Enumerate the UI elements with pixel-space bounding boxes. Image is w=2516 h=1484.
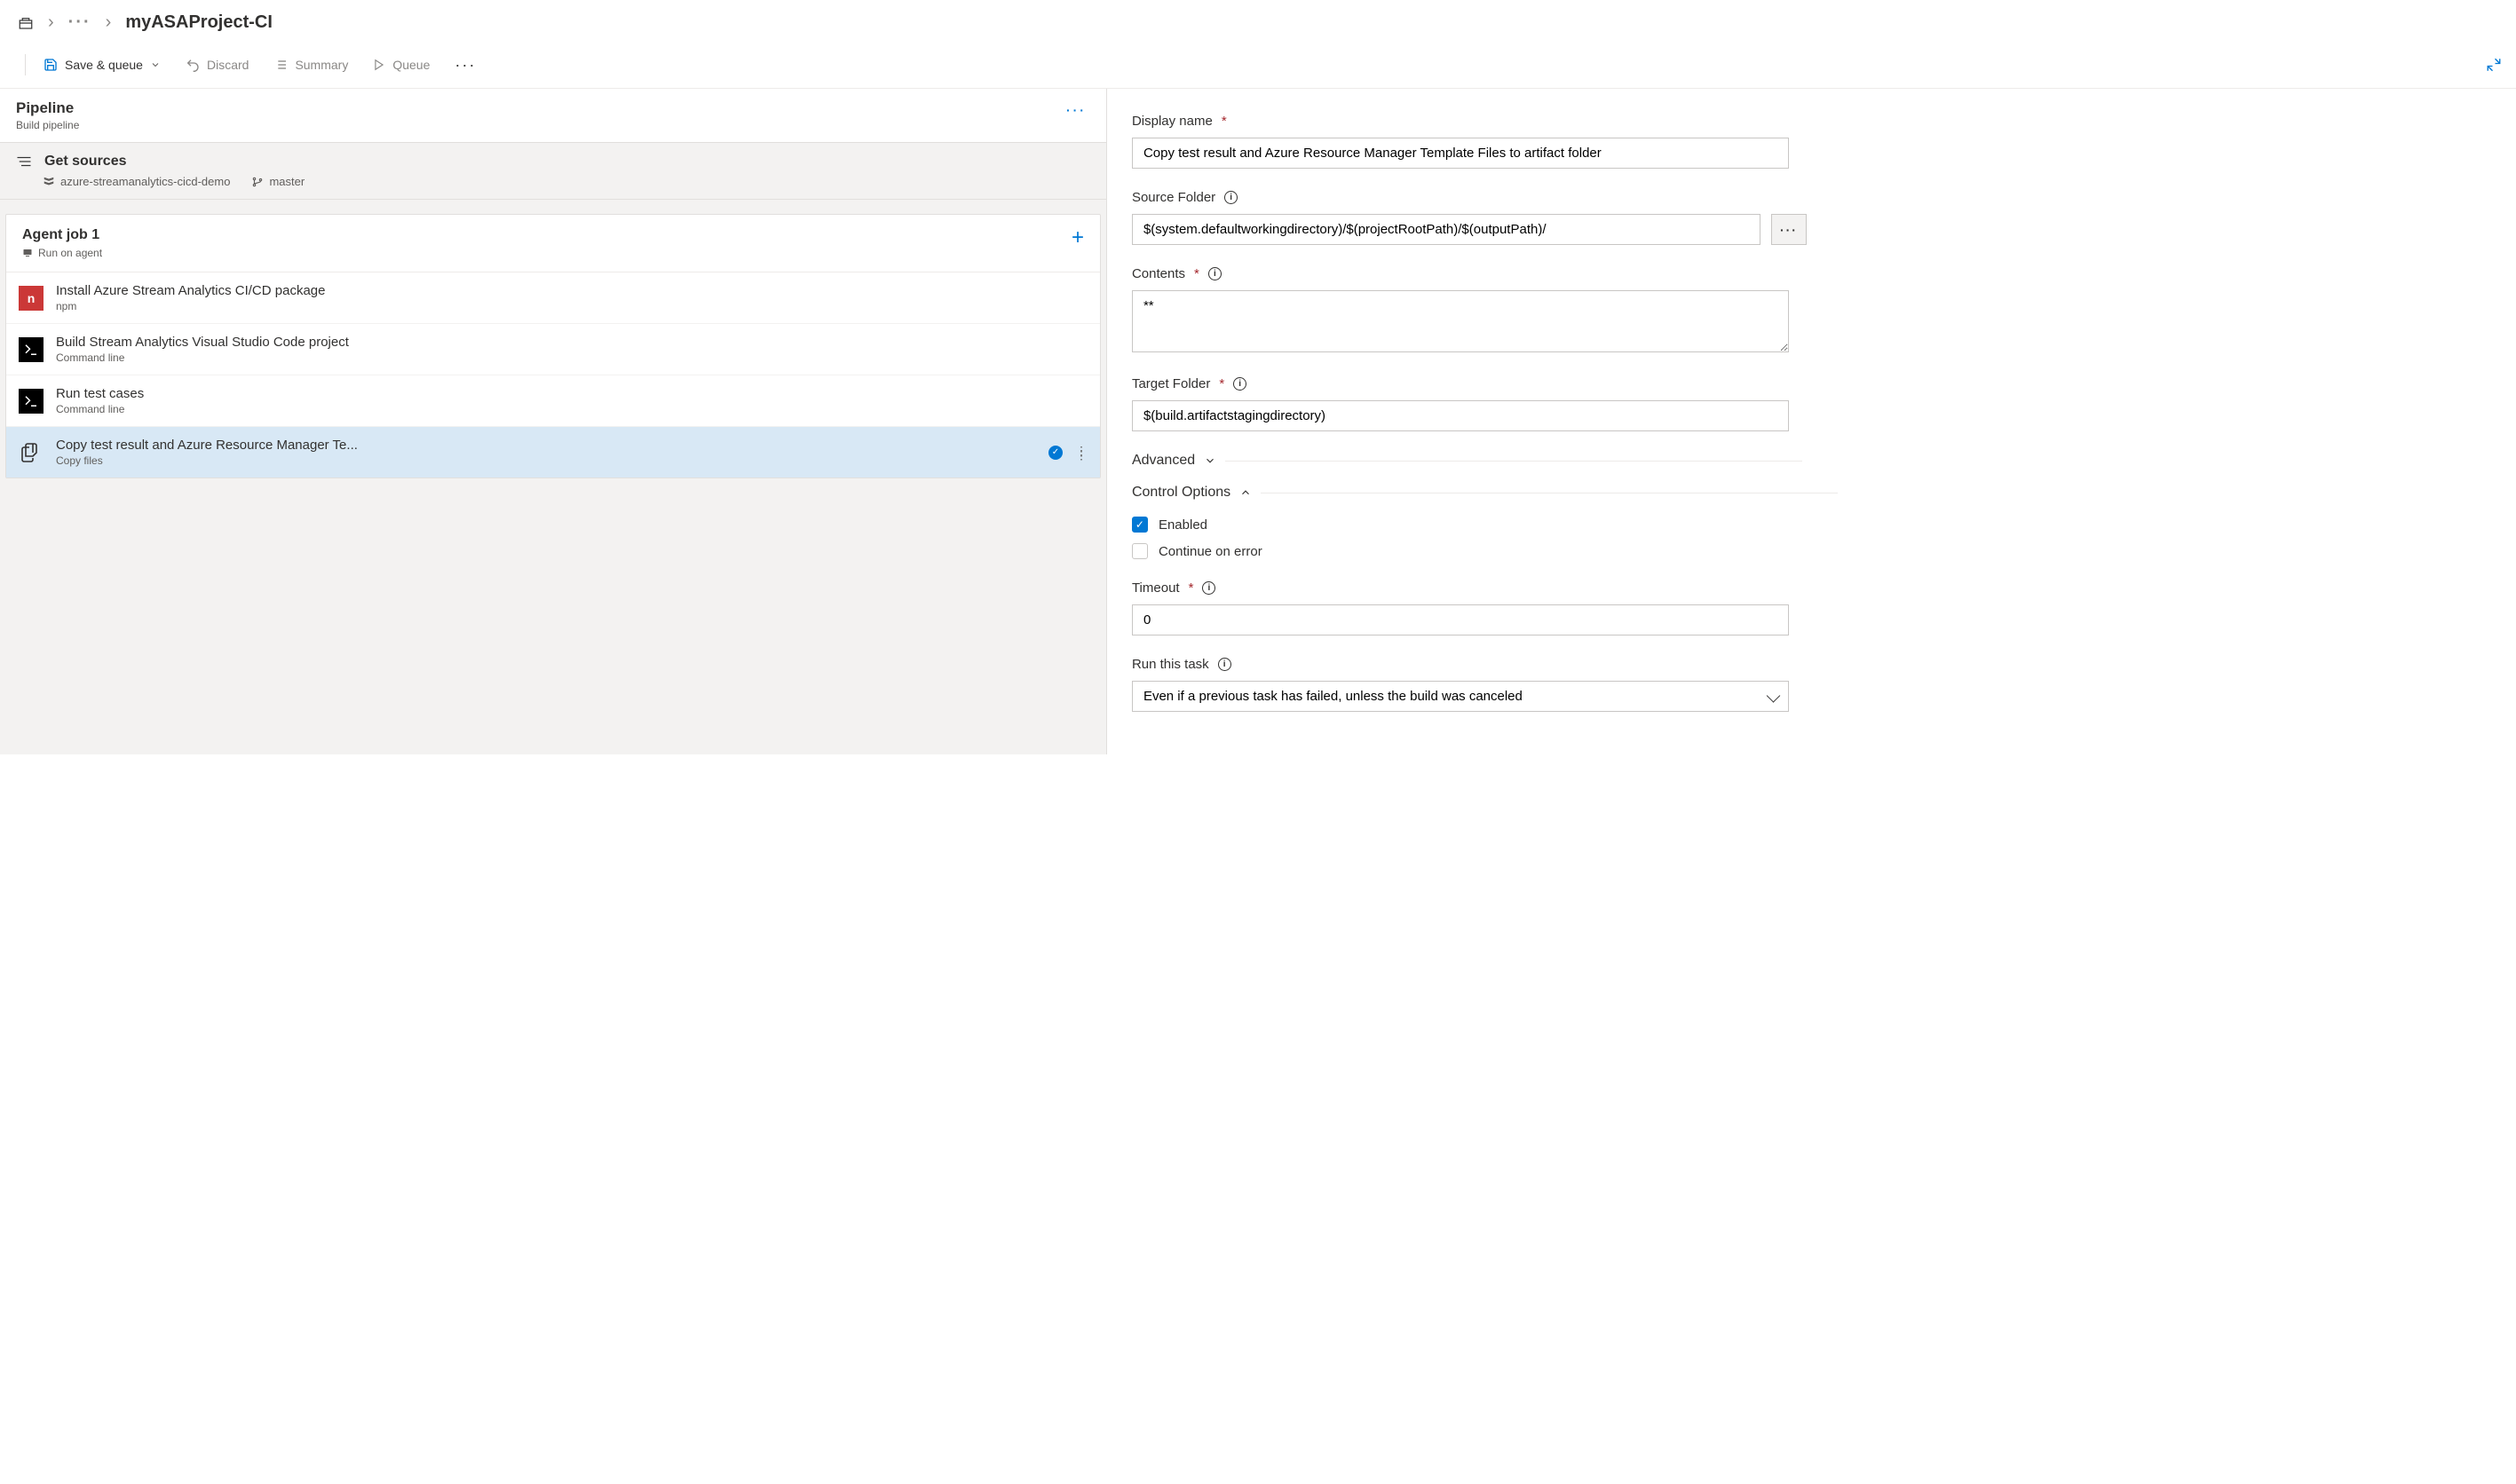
contents-textarea[interactable] — [1132, 290, 1789, 352]
discard-button[interactable]: Discard — [186, 58, 249, 72]
source-folder-input[interactable] — [1132, 214, 1760, 245]
task-subtitle: Copy files — [56, 454, 358, 467]
pipeline-more[interactable]: ··· — [1063, 99, 1090, 121]
enabled-label: Enabled — [1159, 517, 1207, 533]
summary-button[interactable]: Summary — [273, 58, 348, 72]
enabled-checkbox[interactable]: ✓ — [1132, 517, 1148, 533]
info-icon[interactable]: i — [1202, 581, 1215, 595]
copy-files-icon — [19, 440, 44, 465]
info-icon[interactable]: i — [1218, 658, 1231, 671]
collapse-icon[interactable] — [2486, 57, 2502, 73]
target-folder-label: Target Folder — [1132, 376, 1210, 391]
task-row[interactable]: Build Stream Analytics Visual Studio Cod… — [6, 324, 1100, 375]
repo-chip: azure-streamanalytics-cicd-demo — [43, 175, 230, 188]
task-subtitle: Command line — [56, 403, 144, 415]
queue-button[interactable]: Queue — [373, 58, 430, 72]
task-row[interactable]: n Install Azure Stream Analytics CI/CD pa… — [6, 272, 1100, 324]
run-this-task-select[interactable]: Even if a previous task has failed, unle… — [1132, 681, 1789, 712]
list-icon — [273, 58, 288, 72]
sources-icon — [16, 155, 32, 168]
info-icon[interactable]: i — [1208, 267, 1222, 280]
task-title: Install Azure Stream Analytics CI/CD pac… — [56, 283, 325, 298]
branch-icon — [251, 176, 264, 188]
branch-chip: master — [251, 175, 305, 188]
timeout-input[interactable] — [1132, 604, 1789, 635]
breadcrumb: › ··· › myASAProject-CI — [0, 0, 2516, 45]
task-selected-check-icon: ✓ — [1048, 446, 1063, 460]
add-task-button[interactable]: + — [1072, 227, 1084, 249]
toolbar: Save & queue Discard Summary Queue ··· — [0, 45, 2516, 89]
terminal-icon — [19, 389, 44, 414]
target-folder-input[interactable] — [1132, 400, 1789, 431]
display-name-label: Display name — [1132, 114, 1213, 129]
continue-on-error-label: Continue on error — [1159, 544, 1262, 559]
drag-handle-icon[interactable]: ⋮⋮ — [1075, 449, 1088, 456]
agent-icon — [22, 248, 33, 258]
task-title: Build Stream Analytics Visual Studio Cod… — [56, 335, 349, 350]
npm-icon: n — [19, 286, 44, 311]
save-and-queue-button[interactable]: Save & queue — [44, 58, 161, 72]
breadcrumb-project[interactable]: myASAProject-CI — [125, 12, 273, 33]
info-icon[interactable]: i — [1224, 191, 1238, 204]
task-title: Run test cases — [56, 386, 144, 401]
breadcrumb-separator: › — [48, 12, 54, 33]
play-icon — [373, 59, 385, 71]
task-row[interactable]: Run test cases Command line — [6, 375, 1100, 427]
pipeline-title: Pipeline — [16, 99, 79, 117]
continue-on-error-checkbox[interactable] — [1132, 543, 1148, 559]
toolbar-divider — [25, 54, 26, 75]
get-sources[interactable]: Get sources azure-streamanalytics-cicd-d… — [0, 143, 1106, 200]
task-subtitle: Command line — [56, 351, 349, 364]
browse-button[interactable]: ··· — [1771, 214, 1807, 245]
repo-icon — [43, 176, 55, 188]
pipeline-subtitle: Build pipeline — [16, 119, 79, 131]
breadcrumb-overflow[interactable]: ··· — [68, 12, 91, 33]
pipeline-panel: Pipeline Build pipeline ··· Get sources … — [0, 89, 1107, 754]
display-name-input[interactable] — [1132, 138, 1789, 169]
breadcrumb-separator: › — [106, 12, 112, 33]
agent-job-header[interactable]: Agent job 1 Run on agent + — [6, 215, 1100, 272]
terminal-icon — [19, 337, 44, 362]
chevron-down-icon — [1204, 454, 1216, 467]
task-title: Copy test result and Azure Resource Mana… — [56, 438, 358, 453]
chevron-down-icon — [150, 59, 161, 70]
agent-job-card: Agent job 1 Run on agent + n Install Azur… — [5, 214, 1101, 478]
task-subtitle: npm — [56, 300, 325, 312]
required-marker: * — [1222, 114, 1227, 129]
run-this-task-label: Run this task — [1132, 657, 1209, 672]
control-options-section-toggle[interactable]: Control Options — [1132, 485, 2509, 501]
source-folder-label: Source Folder — [1132, 190, 1215, 205]
task-details-panel: Display name * Source Folder i ··· Conte… — [1107, 89, 2516, 754]
contents-label: Contents — [1132, 266, 1185, 281]
project-icon — [18, 15, 34, 31]
info-icon[interactable]: i — [1233, 377, 1246, 391]
timeout-label: Timeout — [1132, 580, 1180, 596]
advanced-section-toggle[interactable]: Advanced — [1132, 453, 2509, 469]
undo-icon — [186, 58, 200, 72]
task-row[interactable]: Copy test result and Azure Resource Mana… — [6, 427, 1100, 478]
save-icon — [44, 58, 58, 72]
toolbar-more[interactable]: ··· — [455, 56, 476, 75]
chevron-up-icon — [1239, 486, 1252, 499]
pipeline-header[interactable]: Pipeline Build pipeline ··· — [0, 89, 1106, 143]
